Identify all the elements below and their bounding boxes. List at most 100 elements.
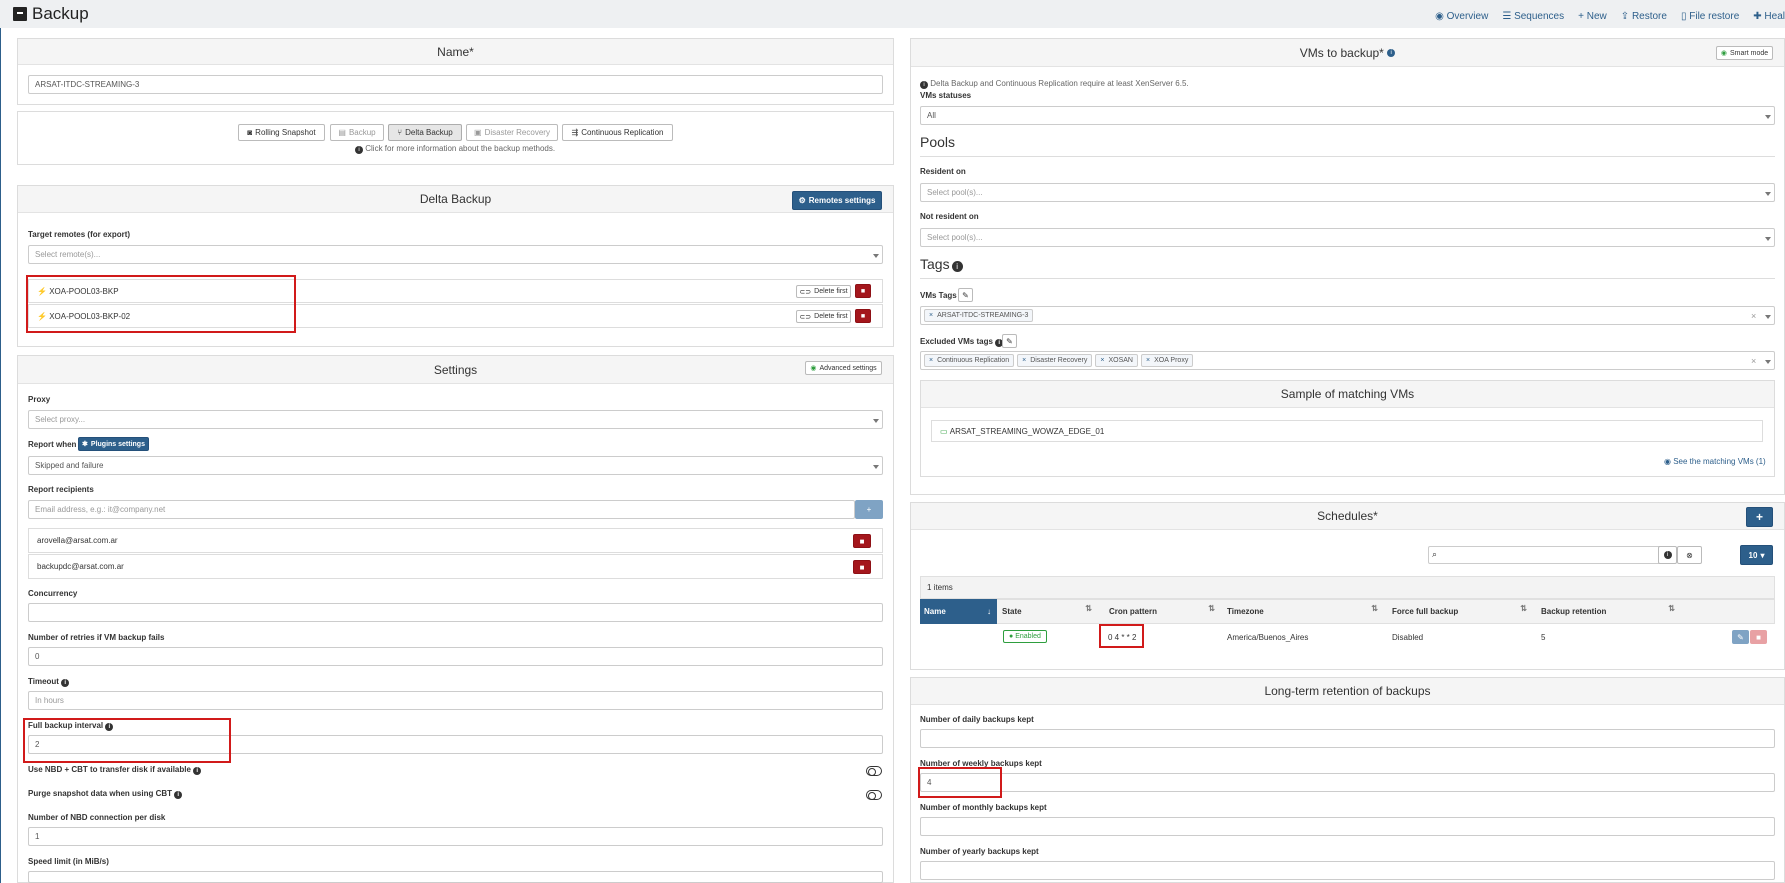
- sort-icon: ⇅: [1208, 604, 1215, 613]
- excluded-tags-select[interactable]: × Continuous Replication × Disaster Recove…: [920, 351, 1775, 370]
- remove-tag-icon[interactable]: ×: [929, 312, 933, 319]
- info-icon: i: [174, 791, 183, 799]
- col-timezone[interactable]: Timezone ⇅: [1223, 599, 1384, 624]
- add-recipient-button[interactable]: +: [855, 500, 883, 519]
- purge-snapshot-toggle[interactable]: [866, 790, 882, 800]
- sort-icon: ⇅: [1668, 604, 1675, 613]
- clear-icon[interactable]: ×: [1751, 311, 1756, 321]
- page-title: Backup: [13, 4, 89, 24]
- edit-vm-tags-button[interactable]: ✎: [958, 288, 973, 302]
- nav-file-restore[interactable]: ▯ File restore: [1681, 11, 1739, 22]
- not-resident-on-select[interactable]: Select pool(s)...: [920, 228, 1775, 247]
- toggle-icon: ⊂⊃: [799, 313, 812, 321]
- search-icon: ⌕: [1432, 549, 1438, 559]
- continuous-replication-button[interactable]: ⇶ Continuous Replication: [562, 124, 673, 141]
- eye-icon: ◉: [1664, 457, 1674, 466]
- nbd-cbt-toggle[interactable]: [866, 766, 882, 776]
- retries-label: Number of retries if VM backup fails: [28, 633, 165, 642]
- edit-schedule-button[interactable]: ✎: [1732, 630, 1749, 644]
- proxy-select[interactable]: Select proxy...: [28, 410, 883, 429]
- monthly-input[interactable]: [920, 817, 1775, 836]
- search-info-button[interactable]: i: [1658, 546, 1677, 564]
- timeout-input[interactable]: In hours: [28, 691, 883, 710]
- modes-hint: i Click for more information about the b…: [355, 144, 555, 154]
- status-dot-icon: ●: [1009, 633, 1014, 640]
- vm-tags-label: VMs Tags: [920, 291, 957, 300]
- state-badge[interactable]: ● Enabled: [1003, 630, 1047, 643]
- excluded-tag-chip[interactable]: × Disaster Recovery: [1017, 354, 1093, 367]
- retries-input[interactable]: 0: [28, 647, 883, 666]
- concurrency-label: Concurrency: [28, 589, 78, 598]
- smart-mode-toggle[interactable]: ◉ Smart mode: [1716, 46, 1773, 60]
- excluded-tags-label: Excluded VMs tags i: [920, 337, 1004, 347]
- excluded-tag-chip[interactable]: × XOA Proxy: [1140, 354, 1194, 367]
- delete-first-toggle[interactable]: ⊂⊃ Delete first: [796, 285, 851, 298]
- disaster-recovery-button[interactable]: ▣ Disaster Recovery: [466, 124, 558, 141]
- remove-recipient-button[interactable]: ■: [853, 560, 871, 574]
- vm-tag-chip[interactable]: × ARSAT-ITDC-STREAMING-3: [924, 309, 1034, 322]
- remotes-settings-button[interactable]: ⚙ Remotes settings: [792, 191, 882, 210]
- vm-tags-select[interactable]: × ARSAT-ITDC-STREAMING-3: [920, 306, 1775, 325]
- chevron-down-icon: [1765, 315, 1771, 319]
- nav-sequences[interactable]: ☰ Sequences: [1502, 11, 1564, 22]
- col-state[interactable]: State ⇅: [998, 599, 1098, 624]
- branch-icon: ⑂: [397, 128, 403, 137]
- list-icon: ☰: [1502, 11, 1515, 22]
- remove-tag-icon[interactable]: ×: [1022, 357, 1026, 364]
- search-clear-button[interactable]: ⊗: [1677, 546, 1702, 564]
- edit-excluded-tags-button[interactable]: ✎: [1002, 334, 1017, 348]
- remove-tag-icon[interactable]: ×: [1146, 357, 1150, 364]
- nav-new[interactable]: + New: [1578, 11, 1607, 22]
- ltr-header: Long-term retention of backups: [911, 678, 1784, 705]
- page-size-select[interactable]: 10 ▾: [1740, 545, 1773, 565]
- delta-backup-button[interactable]: ⑂ Delta Backup: [388, 124, 462, 141]
- rolling-snapshot-button[interactable]: ◙ Rolling Snapshot: [238, 124, 325, 141]
- highlight-cron: [1099, 624, 1144, 648]
- add-schedule-button[interactable]: +: [1746, 507, 1773, 527]
- name-panel: Name*: [17, 38, 894, 105]
- nav-health[interactable]: ✚ Heal: [1753, 11, 1785, 22]
- see-matching-vms-link[interactable]: ◉ See the matching VMs (1): [1664, 457, 1766, 466]
- pools-divider: [920, 156, 1775, 157]
- excluded-tag-chip[interactable]: × XOSAN: [1095, 354, 1138, 367]
- remove-remote-button[interactable]: ■: [855, 284, 871, 298]
- backup-name-input[interactable]: ARSAT-ITDC-STREAMING-3: [28, 75, 883, 94]
- daily-input[interactable]: [920, 729, 1775, 748]
- matching-vm-item[interactable]: ▭ ARSAT_STREAMING_WOWZA_EDGE_01: [931, 420, 1763, 442]
- remove-remote-button[interactable]: ■: [855, 309, 871, 323]
- remove-tag-icon[interactable]: ×: [929, 357, 933, 364]
- report-when-select[interactable]: Skipped and failure: [28, 456, 883, 475]
- name-panel-header: Name*: [18, 39, 893, 65]
- clear-icon[interactable]: ×: [1751, 356, 1756, 366]
- col-force-full[interactable]: Force full backup ⇅: [1388, 599, 1533, 624]
- recipient-email-input[interactable]: Email address, e.g.: it@company.net: [28, 500, 855, 519]
- resident-on-select[interactable]: Select pool(s)...: [920, 183, 1775, 202]
- target-remotes-select[interactable]: Select remote(s)...: [28, 245, 883, 264]
- col-cron[interactable]: Cron pattern ⇅: [1105, 599, 1221, 624]
- info-icon: i: [951, 261, 963, 272]
- backup-mode-button[interactable]: ▤ Backup: [330, 124, 384, 141]
- weekly-input[interactable]: 4: [920, 773, 1775, 792]
- concurrency-input[interactable]: [28, 603, 883, 622]
- vm-statuses-select[interactable]: All: [920, 106, 1775, 125]
- purge-snapshot-label: Purge snapshot data when using CBT i: [28, 789, 183, 799]
- highlight-full-backup-interval: [23, 718, 231, 763]
- col-name[interactable]: Name ↓: [920, 599, 997, 624]
- disk-icon: ▣: [474, 128, 482, 137]
- yearly-input[interactable]: [920, 861, 1775, 880]
- speed-limit-input[interactable]: [28, 871, 883, 883]
- advanced-settings-toggle[interactable]: ◉ Advanced settings: [805, 361, 882, 375]
- nav-restore[interactable]: ⇪ Restore: [1621, 11, 1667, 22]
- nbd-connections-input[interactable]: 1: [28, 827, 883, 846]
- schedule-search-input[interactable]: [1428, 546, 1665, 564]
- vm-statuses-label: VMs statuses: [920, 91, 972, 100]
- remove-recipient-button[interactable]: ■: [853, 534, 871, 548]
- remove-tag-icon[interactable]: ×: [1100, 357, 1104, 364]
- excluded-tag-chip[interactable]: × Continuous Replication: [924, 354, 1015, 367]
- force-full-cell: Disabled: [1392, 633, 1424, 642]
- delete-schedule-button[interactable]: ■: [1750, 630, 1767, 644]
- nav-overview[interactable]: ◉ Overview: [1435, 11, 1488, 22]
- plugins-settings-button[interactable]: ✱ Plugins settings: [78, 437, 149, 451]
- delete-first-toggle[interactable]: ⊂⊃ Delete first: [796, 310, 851, 323]
- col-retention[interactable]: Backup retention ⇅: [1537, 599, 1681, 624]
